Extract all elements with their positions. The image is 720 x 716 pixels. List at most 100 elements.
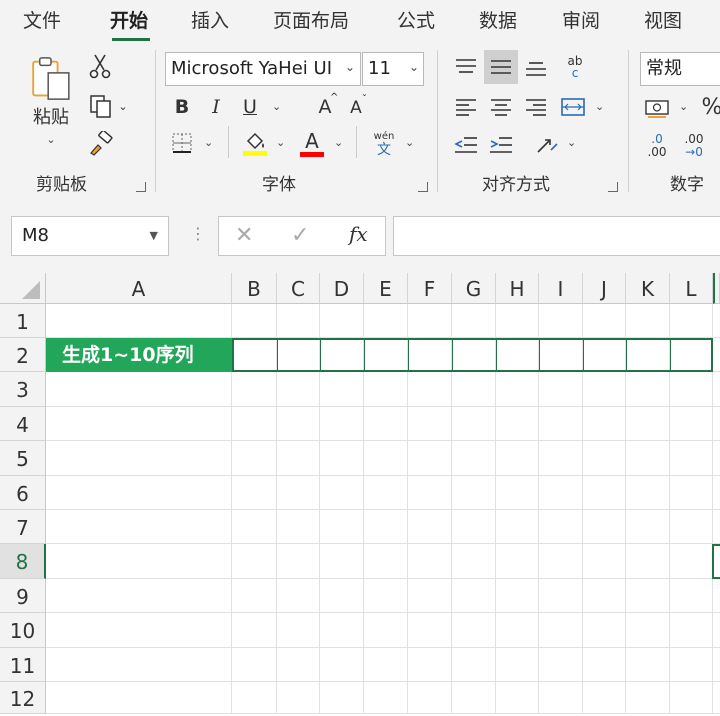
font-color-button[interactable]: A	[298, 128, 326, 158]
enter-icon[interactable]: ✓	[291, 223, 309, 248]
row-header-8[interactable]: 8	[0, 544, 46, 579]
font-size-value: 11	[368, 58, 391, 79]
chevron-down-icon[interactable]: ⌄	[595, 100, 604, 113]
orientation-button[interactable]	[532, 130, 562, 160]
chevron-down-icon[interactable]: ⌄	[567, 136, 576, 149]
active-tab-indicator	[112, 38, 150, 41]
tab-file[interactable]: 文件	[23, 6, 61, 33]
font-group-label: 字体	[262, 175, 296, 195]
paste-button[interactable]: 粘贴 ⌄	[26, 56, 76, 146]
cut-button[interactable]	[86, 52, 114, 80]
column-header-I[interactable]: I	[539, 273, 583, 304]
row-header-6[interactable]: 6	[0, 476, 46, 510]
font-name-value: Microsoft YaHei UI	[171, 58, 332, 79]
column-header-L[interactable]: L	[670, 273, 713, 304]
group-separator	[155, 50, 156, 192]
row2-selection-outline	[232, 338, 713, 372]
borders-button[interactable]	[168, 130, 196, 156]
increase-indent-button[interactable]	[486, 130, 516, 160]
bottom-align-button[interactable]	[521, 52, 551, 82]
chevron-down-icon[interactable]: ⌄	[118, 100, 127, 113]
tab-view[interactable]: 视图	[644, 6, 682, 33]
column-header-D[interactable]: D	[320, 273, 364, 304]
row-header-4[interactable]: 4	[0, 407, 46, 441]
format-painter-icon	[90, 131, 113, 156]
decrease-decimal-button[interactable]: .00 →0	[678, 130, 710, 162]
phonetic-bottom-text: 文	[377, 141, 391, 158]
row-header-11[interactable]: 11	[0, 648, 46, 682]
align-middle-icon	[491, 60, 511, 74]
column-header-H[interactable]: H	[496, 273, 539, 304]
top-align-button[interactable]	[451, 52, 481, 82]
accounting-format-button[interactable]	[642, 92, 672, 122]
caret-down-icon[interactable]: ▼	[150, 217, 158, 255]
fill-color-button[interactable]	[240, 128, 270, 158]
chevron-down-icon[interactable]: ⌄	[204, 136, 213, 149]
phonetic-top-text: wén	[373, 130, 395, 142]
column-header-G[interactable]: G	[452, 273, 496, 304]
increase-decimal-button[interactable]: .0 .00	[642, 130, 672, 162]
vertical-ellipsis-icon[interactable]: ⋮	[190, 226, 206, 242]
chevron-down-icon[interactable]: ⌄	[679, 100, 688, 113]
row-header-9[interactable]: 9	[0, 579, 46, 613]
scissors-icon	[89, 54, 111, 79]
column-header-C[interactable]: C	[277, 273, 320, 304]
row-header-2[interactable]: 2	[0, 338, 46, 372]
bold-button[interactable]: B	[171, 94, 193, 120]
underline-button[interactable]: U	[239, 94, 261, 120]
column-header-A[interactable]: A	[46, 273, 232, 304]
column-header-K[interactable]: K	[626, 273, 670, 304]
row2-cell-divider	[364, 340, 365, 370]
row-header-1[interactable]: 1	[0, 304, 46, 338]
row2-cell-divider	[277, 340, 278, 370]
name-box[interactable]: M8 ▼	[11, 216, 169, 256]
copy-button[interactable]: ⌄	[84, 92, 132, 120]
percent-style-button[interactable]: %	[700, 92, 720, 122]
font-name-select[interactable]: Microsoft YaHei UI	[165, 52, 361, 86]
row-header-7[interactable]: 7	[0, 510, 46, 544]
worksheet-grid[interactable]: ABCDEFGHIJKL 1 2 3 4 5 6 7 8 9 10 11 12 生成1~10序列	[0, 273, 720, 714]
chevron-down-icon[interactable]: ⌄	[272, 100, 281, 113]
decrease-indent-button[interactable]	[451, 130, 481, 160]
insert-function-button[interactable]: fx	[349, 222, 368, 246]
merge-center-button[interactable]	[558, 92, 588, 122]
align-center-button[interactable]	[486, 92, 516, 122]
tab-data[interactable]: 数据	[479, 6, 517, 33]
align-right-button[interactable]	[521, 92, 551, 122]
font-color-glyph: A	[305, 128, 319, 153]
select-all-corner[interactable]	[0, 273, 46, 304]
row-gridline	[46, 440, 720, 441]
cell-A2[interactable]: 生成1~10序列	[46, 338, 232, 372]
formula-input[interactable]	[393, 216, 720, 256]
format-painter-button[interactable]	[86, 130, 114, 158]
tab-home[interactable]: 开始	[110, 6, 148, 33]
wrap-text-button[interactable]: ab c	[558, 50, 592, 84]
tab-page-layout[interactable]: 页面布局	[273, 6, 349, 33]
row-header-10[interactable]: 10	[0, 613, 46, 648]
row-header-3[interactable]: 3	[0, 372, 46, 407]
column-header-partial[interactable]	[713, 273, 720, 304]
middle-align-button[interactable]	[484, 50, 518, 84]
number-format-select[interactable]: 常规	[640, 52, 720, 86]
phonetic-guide-button[interactable]: wén 文	[370, 128, 398, 160]
alignment-dialog-launcher-icon[interactable]	[608, 182, 618, 192]
chevron-down-icon[interactable]: ⌄	[334, 136, 343, 149]
column-header-E[interactable]: E	[364, 273, 408, 304]
clipboard-dialog-launcher-icon[interactable]	[136, 182, 146, 192]
tab-insert[interactable]: 插入	[191, 6, 229, 33]
chevron-down-icon[interactable]: ⌄	[409, 60, 419, 74]
column-header-F[interactable]: F	[408, 273, 452, 304]
italic-button[interactable]: I	[205, 94, 227, 120]
align-left-button[interactable]	[451, 92, 481, 122]
row-header-5[interactable]: 5	[0, 441, 46, 476]
column-header-J[interactable]: J	[583, 273, 626, 304]
tab-formulas[interactable]: 公式	[397, 6, 435, 33]
chevron-down-icon[interactable]: ⌄	[405, 136, 414, 149]
cancel-icon[interactable]: ✕	[235, 223, 253, 248]
tab-review[interactable]: 审阅	[562, 6, 600, 33]
chevron-down-icon[interactable]: ⌄	[345, 60, 355, 74]
column-header-B[interactable]: B	[232, 273, 277, 304]
row-header-12[interactable]: 12	[0, 682, 46, 714]
font-dialog-launcher-icon[interactable]	[418, 182, 428, 192]
chevron-down-icon[interactable]: ⌄	[276, 136, 285, 149]
